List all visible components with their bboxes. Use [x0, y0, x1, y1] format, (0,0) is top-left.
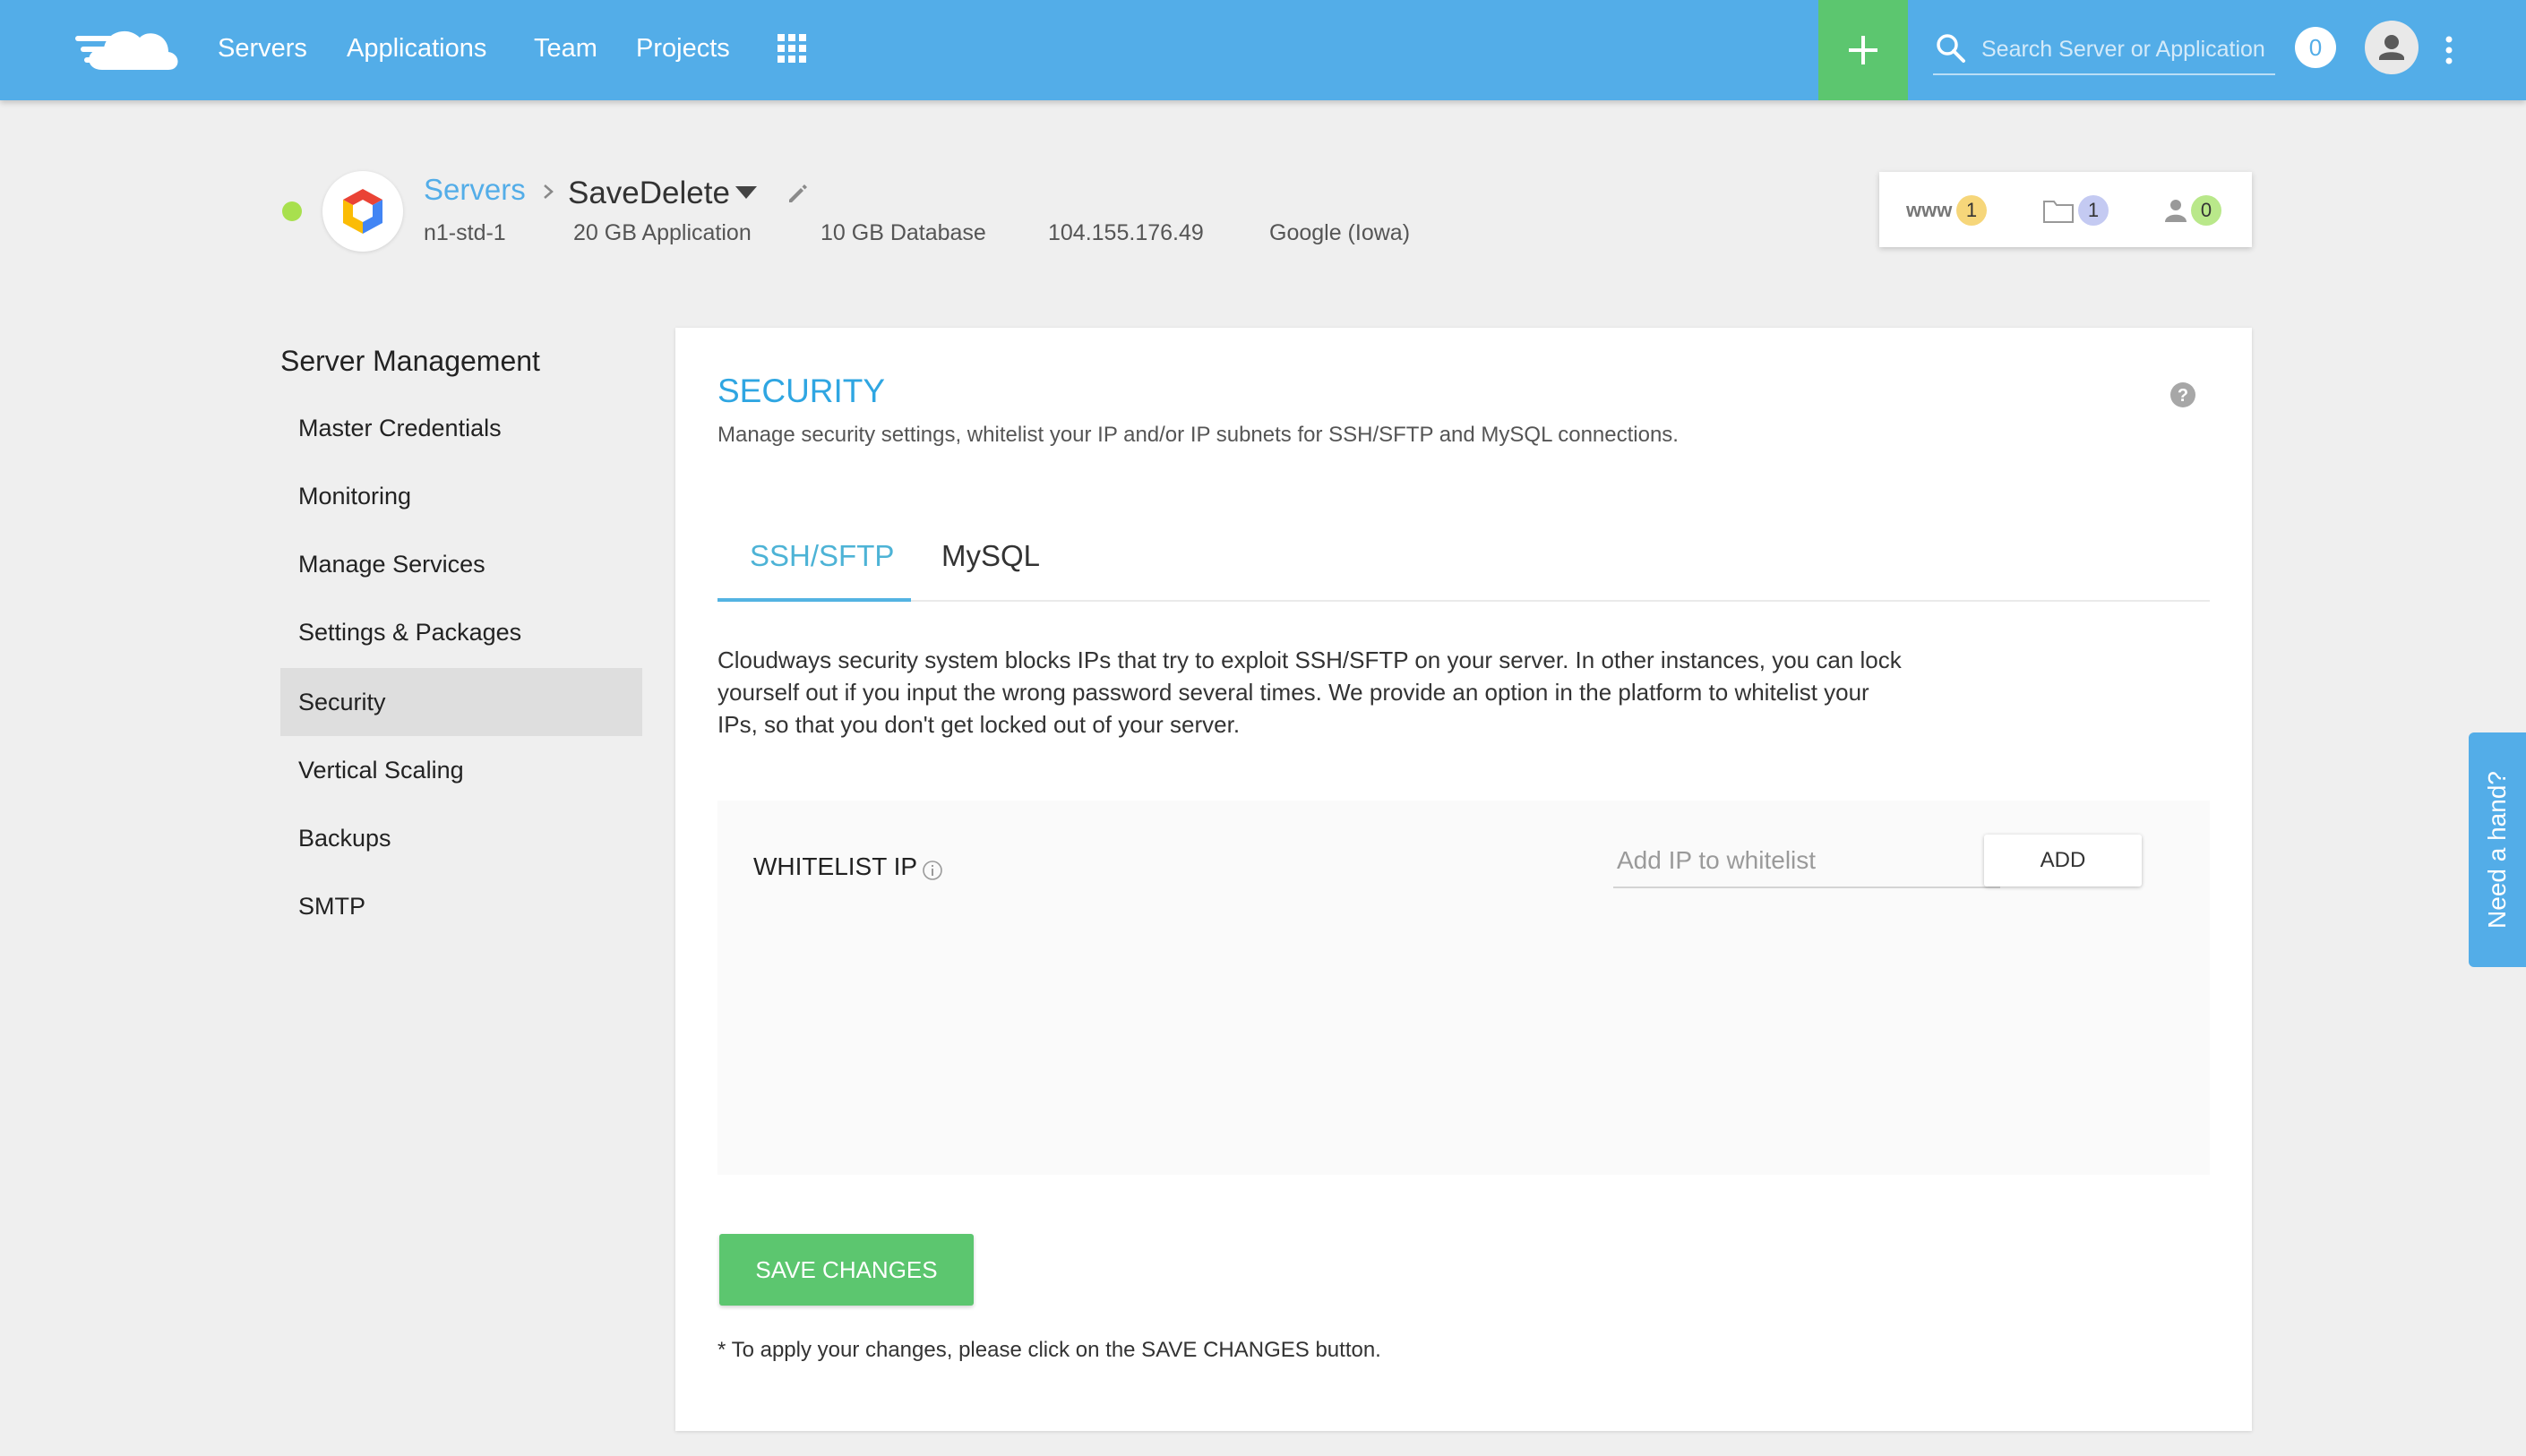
www-stat[interactable]: www 1	[1906, 193, 1996, 227]
server-app-storage: 20 GB Application	[573, 220, 752, 245]
svg-text:?: ?	[2178, 386, 2188, 406]
notification-count-badge[interactable]: 0	[2295, 27, 2336, 68]
chevron-right-icon	[544, 184, 554, 199]
apps-grid-icon[interactable]	[776, 32, 808, 64]
sidebar-item-master-credentials[interactable]: Master Credentials	[280, 394, 642, 462]
nav-servers[interactable]: Servers	[218, 30, 307, 66]
breadcrumb-servers[interactable]: Servers	[424, 173, 526, 207]
info-icon[interactable]	[922, 860, 943, 881]
folder-stat[interactable]: 1	[2042, 193, 2132, 227]
tab-ssh-sftp[interactable]: SSH/SFTP	[750, 539, 894, 602]
sidebar-item-security[interactable]: Security	[280, 668, 642, 736]
sidebar-item-settings-packages[interactable]: Settings & Packages	[280, 598, 642, 666]
user-count-badge: 0	[2191, 195, 2221, 226]
page-title: SECURITY	[717, 373, 886, 409]
sidebar-item-vertical-scaling[interactable]: Vertical Scaling	[280, 736, 642, 804]
user-avatar[interactable]	[2365, 21, 2419, 74]
server-ip-address: 104.155.176.49	[1048, 220, 1204, 245]
whitelist-section: WHITELIST IP ADD	[717, 801, 2210, 1175]
search-input[interactable]	[1980, 30, 2270, 68]
nav-team[interactable]: Team	[534, 30, 597, 66]
server-status-indicator	[282, 201, 302, 221]
active-tab-indicator	[717, 598, 911, 602]
plus-icon	[1849, 36, 1877, 64]
cloudways-logo[interactable]	[75, 18, 186, 81]
page-description: Manage security settings, whitelist your…	[717, 423, 1679, 447]
sidebar-heading: Server Management	[280, 345, 540, 377]
sidebar-item-backups[interactable]: Backups	[280, 804, 642, 872]
search-icon	[1937, 34, 1965, 63]
more-options-icon[interactable]	[2438, 32, 2460, 68]
tab-mysql[interactable]: MySQL	[941, 539, 1040, 602]
ssh-intro-text: Cloudways security system blocks IPs tha…	[717, 647, 1902, 738]
google-cloud-icon	[343, 189, 382, 234]
add-ip-button[interactable]: ADD	[1984, 835, 2142, 886]
whitelist-ip-input[interactable]	[1613, 835, 2000, 888]
need-help-label: Need a hand?	[2483, 771, 2511, 929]
save-changes-button[interactable]: SAVE CHANGES	[719, 1234, 974, 1306]
google-cloud-logo	[322, 171, 403, 252]
folder-icon	[2043, 201, 2074, 223]
search-box	[1933, 23, 2275, 75]
person-icon	[2165, 200, 2187, 222]
sidebar-item-monitoring[interactable]: Monitoring	[280, 462, 642, 530]
add-server-button[interactable]	[1818, 0, 1908, 100]
www-label: www	[1906, 199, 1953, 221]
www-count-badge: 1	[1956, 195, 1987, 226]
whitelist-label: WHITELIST IP	[753, 852, 918, 880]
security-panel: SECURITY ? Manage security settings, whi…	[675, 328, 2252, 1431]
caret-down-icon[interactable]	[733, 182, 760, 203]
server-db-storage: 10 GB Database	[821, 220, 986, 245]
sidebar-item-smtp[interactable]: SMTP	[280, 872, 642, 940]
nav-applications[interactable]: Applications	[347, 30, 486, 66]
server-location: Google (Iowa)	[1269, 220, 1411, 245]
top-navigation-bar: Servers Applications Team Projects 0	[0, 0, 2526, 100]
need-help-tab[interactable]: Need a hand?	[2469, 732, 2526, 967]
server-size: n1-std-1	[424, 220, 506, 245]
user-stat[interactable]: 0	[2162, 193, 2252, 227]
folder-count-badge: 1	[2078, 195, 2109, 226]
help-icon[interactable]: ?	[2169, 381, 2196, 408]
pencil-edit-icon[interactable]	[786, 182, 809, 205]
server-name: SaveDelete	[568, 176, 730, 210]
sidebar-item-manage-services[interactable]: Manage Services	[280, 530, 642, 598]
server-stats-card: www 1 1 0	[1879, 172, 2252, 247]
nav-projects[interactable]: Projects	[636, 30, 730, 66]
save-note: * To apply your changes, please click on…	[717, 1338, 1381, 1362]
user-icon	[2379, 35, 2404, 60]
